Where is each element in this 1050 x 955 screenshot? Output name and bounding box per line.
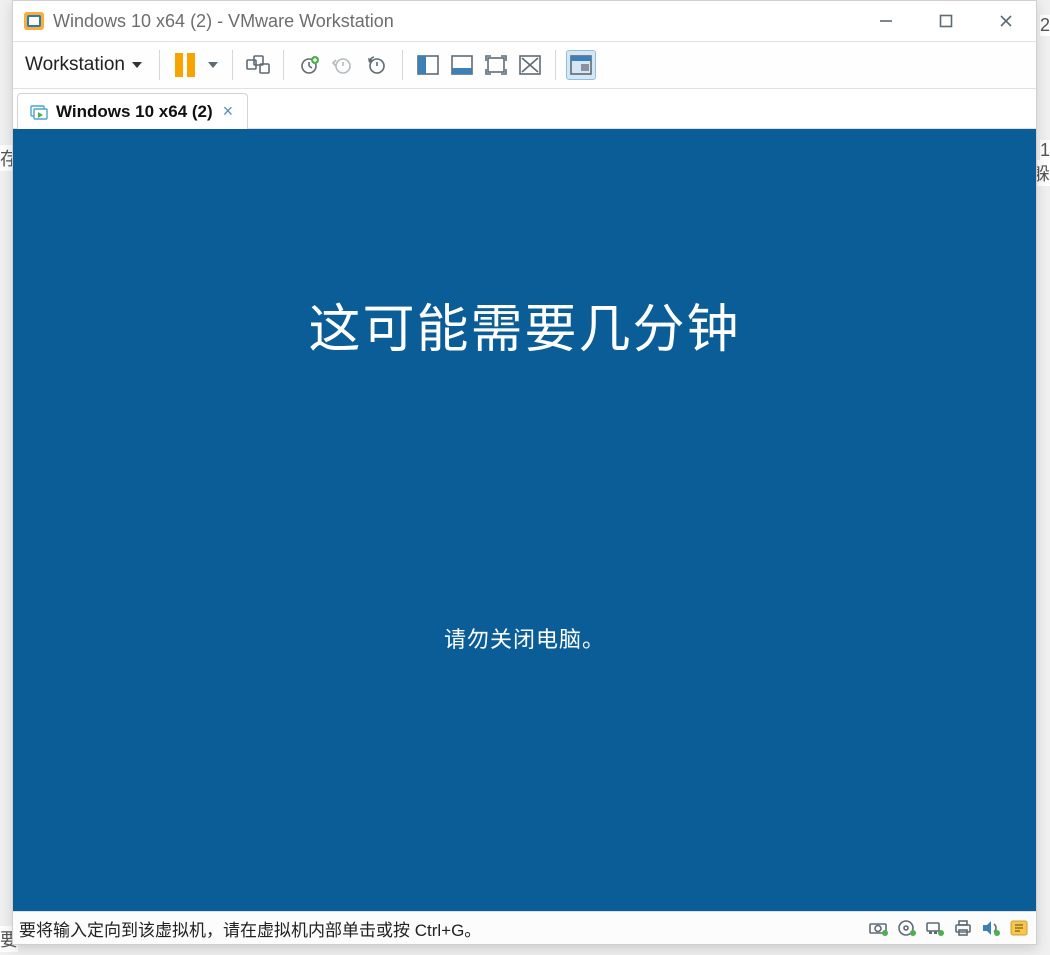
separator <box>555 50 556 80</box>
pause-icon <box>175 53 195 77</box>
show-library-button[interactable] <box>413 50 443 80</box>
fullscreen-button[interactable] <box>481 50 511 80</box>
snapshot-revert-button[interactable] <box>328 50 358 80</box>
vmware-app-icon <box>23 10 45 32</box>
separator <box>232 50 233 80</box>
chevron-down-icon <box>131 59 143 71</box>
send-ctrl-alt-del-button[interactable] <box>243 50 273 80</box>
split-view-icon <box>417 55 439 75</box>
snapshot-manager-button[interactable] <box>362 50 392 80</box>
vm-tab[interactable]: Windows 10 x64 (2) × <box>17 93 248 129</box>
minimize-button[interactable] <box>856 1 916 41</box>
vm-tab-icon <box>30 103 48 121</box>
network-adapter-icon[interactable] <box>924 917 946 939</box>
bg-text: 2 <box>1040 15 1050 36</box>
hard-disk-icon[interactable] <box>868 917 890 939</box>
device-tray <box>868 917 1030 939</box>
power-dropdown[interactable] <box>204 60 222 70</box>
maximize-button[interactable] <box>916 1 976 41</box>
vmware-window: Windows 10 x64 (2) - VMware Workstation … <box>12 0 1037 945</box>
unity-icon <box>519 55 541 75</box>
bg-text: 1 <box>1040 140 1050 161</box>
separator <box>283 50 284 80</box>
bottom-bar-icon <box>451 55 473 75</box>
tab-close-button[interactable]: × <box>221 101 236 122</box>
console-icon <box>570 55 592 75</box>
separator <box>159 50 160 80</box>
thumbnail-bar-button[interactable] <box>447 50 477 80</box>
clock-plus-icon <box>298 54 320 76</box>
close-button[interactable] <box>976 1 1036 41</box>
message-log-icon[interactable] <box>1008 917 1030 939</box>
workstation-menu[interactable]: Workstation <box>19 50 149 80</box>
toolbar: Workstation <box>13 41 1036 89</box>
vm-tab-label: Windows 10 x64 (2) <box>56 102 213 122</box>
clock-gear-icon <box>366 54 388 76</box>
guest-primary-message: 这可能需要几分钟 <box>308 287 740 362</box>
keys-icon <box>246 54 270 76</box>
window-title: Windows 10 x64 (2) - VMware Workstation <box>53 11 856 32</box>
snapshot-take-button[interactable] <box>294 50 324 80</box>
pause-vm-button[interactable] <box>170 50 200 80</box>
fullscreen-icon <box>485 55 507 75</box>
status-hint: 要将输入定向到该虚拟机，请在虚拟机内部单击或按 Ctrl+G。 <box>19 916 868 941</box>
sound-card-icon[interactable] <box>980 917 1002 939</box>
unity-mode-button[interactable] <box>515 50 545 80</box>
workstation-menu-label: Workstation <box>25 54 125 76</box>
chevron-down-icon <box>208 60 218 70</box>
separator <box>402 50 403 80</box>
tab-bar: Windows 10 x64 (2) × <box>13 89 1036 129</box>
status-bar: 要将输入定向到该虚拟机，请在虚拟机内部单击或按 Ctrl+G。 <box>13 911 1036 944</box>
guest-screen[interactable]: 这可能需要几分钟 请勿关闭电脑。 <box>13 129 1036 911</box>
guest-secondary-message: 请勿关闭电脑。 <box>444 622 605 654</box>
titlebar: Windows 10 x64 (2) - VMware Workstation <box>13 1 1036 41</box>
clock-back-icon <box>332 54 354 76</box>
printer-icon[interactable] <box>952 917 974 939</box>
cd-dvd-icon[interactable] <box>896 917 918 939</box>
console-view-button[interactable] <box>566 50 596 80</box>
